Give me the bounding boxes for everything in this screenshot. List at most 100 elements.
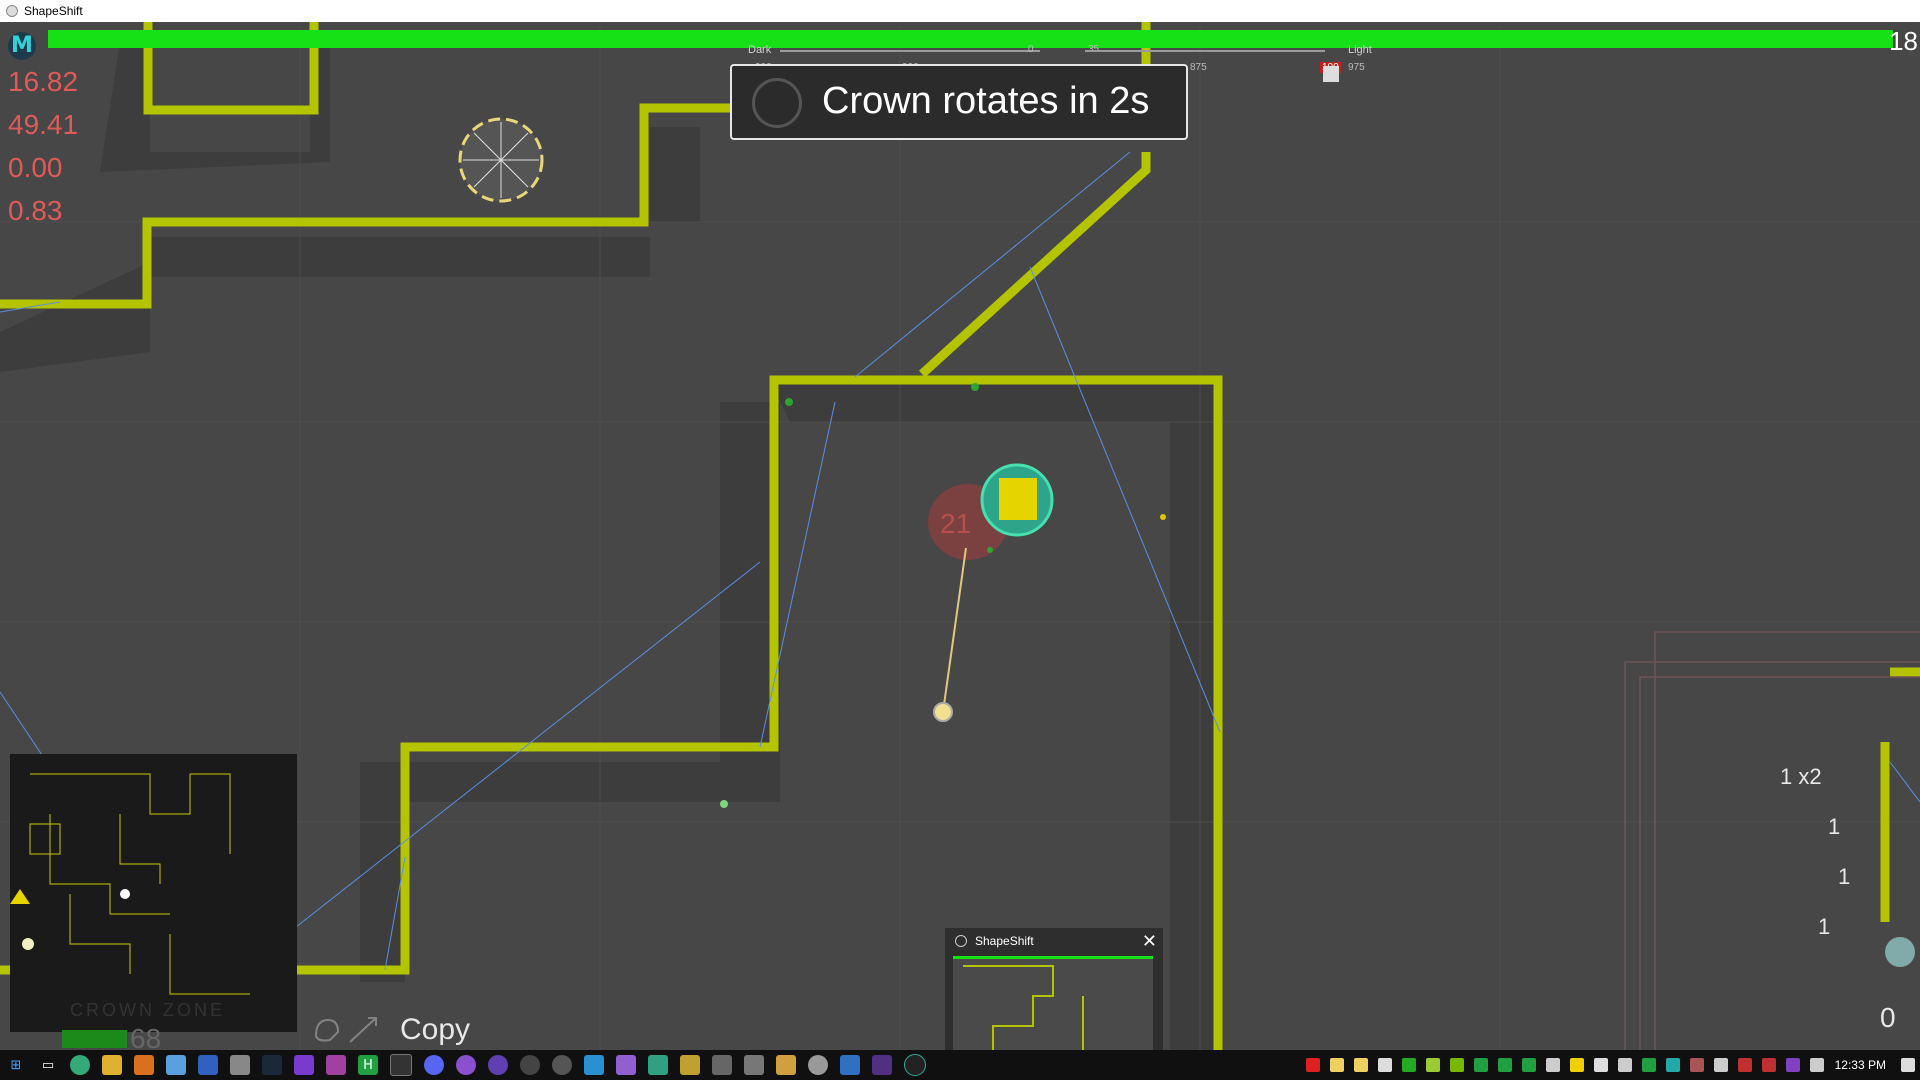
media-icon[interactable] <box>134 1055 154 1075</box>
tray-icon-monitor[interactable] <box>1809 1058 1824 1072</box>
discord-icon[interactable] <box>424 1055 444 1075</box>
right-value-3: 1 <box>1838 864 1851 889</box>
tray-icon-chart[interactable] <box>1425 1058 1440 1072</box>
tray-icon-volume[interactable] <box>1713 1058 1728 1072</box>
health-bar <box>48 30 1893 48</box>
dark-label: Dark <box>748 44 772 56</box>
obs-icon[interactable] <box>520 1055 540 1075</box>
app-icon-6[interactable] <box>648 1055 668 1075</box>
shapeshift-taskbar-icon[interactable] <box>904 1054 926 1076</box>
right-slider-a: 875 <box>1190 62 1207 73</box>
edit-icon[interactable] <box>198 1055 218 1075</box>
tray-icon-n[interactable] <box>1785 1058 1800 1072</box>
enemy-label: 21 <box>940 508 972 539</box>
spawn-circle <box>458 117 544 203</box>
thumbnail-title: ShapeShift <box>975 934 1034 948</box>
right-value-2: 1 <box>1828 814 1841 839</box>
stats-panel: 16.82 49.41 0.00 0.83 <box>8 60 78 232</box>
task-view-icon[interactable]: ▭ <box>38 1055 58 1075</box>
h-app-icon[interactable]: H <box>358 1055 378 1075</box>
tray-icon-display[interactable] <box>1665 1058 1680 1072</box>
right-value-4: 1 <box>1818 914 1831 939</box>
thumbnail-close-icon[interactable]: ✕ <box>1142 932 1157 950</box>
tray-icon-h2[interactable] <box>1497 1058 1512 1072</box>
app-icon-10[interactable] <box>776 1055 796 1075</box>
thumbnail-app-icon <box>955 935 967 947</box>
taskbar-thumbnail[interactable]: ShapeShift ✕ <box>945 928 1163 1050</box>
arrows-icon <box>349 1017 377 1043</box>
chrome-icon[interactable] <box>70 1055 90 1075</box>
minimap[interactable] <box>10 754 297 1032</box>
tray-icon-shield[interactable] <box>1545 1058 1560 1072</box>
window-titlebar: ShapeShift <box>0 0 1920 22</box>
file-explorer-icon[interactable] <box>102 1055 122 1075</box>
vs-icon[interactable] <box>326 1055 346 1075</box>
crown-rotate-banner: Crown rotates in 2s <box>730 64 1188 140</box>
tray-icon-notes-2[interactable] <box>1353 1058 1368 1072</box>
app-icon-2[interactable] <box>456 1055 476 1075</box>
thumbnail-titlebar: ShapeShift <box>945 928 1163 954</box>
visual-studio-icon[interactable] <box>294 1055 314 1075</box>
banner-text: Crown rotates in 2s <box>822 80 1150 122</box>
app-icon-4[interactable] <box>584 1055 604 1075</box>
health-value: 18 <box>1889 26 1918 56</box>
tray-icon-h1[interactable] <box>1473 1058 1488 1072</box>
timer-spinner-icon <box>752 78 802 128</box>
app-icon-3[interactable] <box>488 1055 508 1075</box>
tray-icon-network[interactable] <box>1593 1058 1608 1072</box>
stat-2: 49.41 <box>8 109 79 140</box>
tray-icon-battery[interactable] <box>1689 1058 1704 1072</box>
tray-icon-arrow[interactable] <box>1761 1058 1776 1072</box>
taskbar: ⊞ ▭ H 12:33 PM <box>0 1050 1920 1080</box>
dark-slider[interactable] <box>780 50 1040 52</box>
app-icon-8[interactable] <box>712 1055 732 1075</box>
terminal-icon[interactable] <box>390 1054 412 1076</box>
notes-icon[interactable] <box>166 1055 186 1075</box>
far-right-structure <box>1624 631 1920 1050</box>
app-icon-5[interactable] <box>616 1055 636 1075</box>
stat-1: 16.82 <box>8 66 79 97</box>
light-slider[interactable] <box>1085 50 1325 52</box>
tray-icon-v[interactable] <box>1641 1058 1656 1072</box>
zone-value: 68 <box>130 1023 162 1050</box>
tray-icon-storage[interactable] <box>1377 1058 1392 1072</box>
light-label: Light <box>1348 44 1372 56</box>
tray-icon-star[interactable] <box>1569 1058 1584 1072</box>
tray-icon-usb[interactable] <box>1617 1058 1632 1072</box>
tray-icon-app[interactable] <box>1737 1058 1752 1072</box>
windows-icon[interactable]: ⊞ <box>6 1055 26 1075</box>
tray-icon-notes[interactable] <box>1329 1058 1344 1072</box>
player-crown <box>928 463 1054 722</box>
app-icon <box>6 5 18 17</box>
copy-prompt[interactable]: Copy <box>310 1012 470 1048</box>
notification-icon[interactable] <box>1901 1058 1915 1072</box>
window-title: ShapeShift <box>24 4 83 18</box>
system-tray: 12:33 PM <box>1301 1050 1920 1080</box>
taskbar-clock[interactable]: 12:33 PM <box>1835 1058 1886 1072</box>
app-icon-13[interactable] <box>872 1055 892 1075</box>
game-viewport[interactable]: 18 M 16.82 49.41 0.00 0.83 Dark 0 900 90… <box>0 22 1920 1050</box>
wall-diagonal <box>918 152 1151 378</box>
app-icon-11[interactable] <box>808 1055 828 1075</box>
app-icon-7[interactable] <box>680 1055 700 1075</box>
obs2-icon[interactable] <box>552 1055 572 1075</box>
pickups <box>720 383 1915 967</box>
tray-icon-green[interactable] <box>1401 1058 1416 1072</box>
tray-icon-h3[interactable] <box>1521 1058 1536 1072</box>
tray-icon-nvidia[interactable] <box>1449 1058 1464 1072</box>
zone-progress-bar <box>62 1030 127 1048</box>
copy-label: Copy <box>400 1013 471 1046</box>
minimap-drawing <box>10 773 250 995</box>
thumbnail-preview <box>953 956 1153 1050</box>
light-checkbox[interactable] <box>1323 66 1339 82</box>
tray-icon-record[interactable] <box>1305 1058 1320 1072</box>
steam-icon[interactable] <box>262 1055 282 1075</box>
game-logo-icon: M <box>8 32 36 60</box>
app-icon-9[interactable] <box>744 1055 764 1075</box>
right-value-5: 0 <box>1880 1002 1896 1033</box>
shape-copy-icon <box>314 1018 340 1042</box>
right-slider-c: 975 <box>1348 62 1365 73</box>
right-value-1: 1 x2 <box>1780 764 1822 789</box>
app-icon-12[interactable] <box>840 1055 860 1075</box>
tool-icon[interactable] <box>230 1055 250 1075</box>
